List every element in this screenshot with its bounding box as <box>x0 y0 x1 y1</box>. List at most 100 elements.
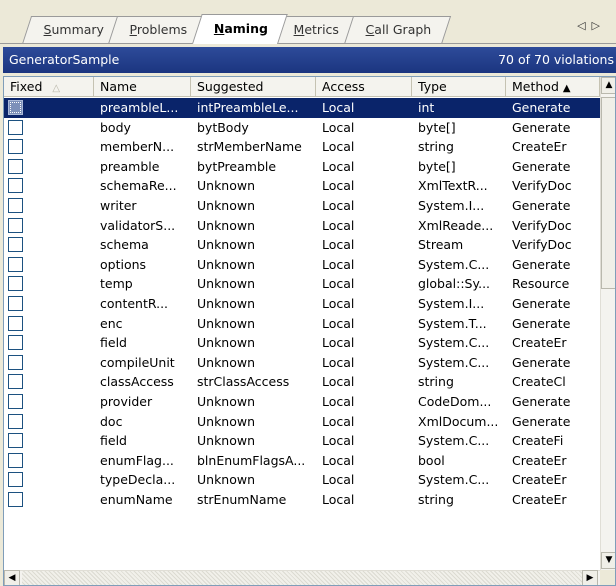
table-row[interactable]: preamble bytPreamble Local byte[] Generate <box>4 157 600 177</box>
table-row[interactable]: writer Unknown Local System.I... Generate <box>4 196 600 216</box>
cell-method: VerifyDoc <box>512 217 572 233</box>
cell-access: Local <box>322 100 355 115</box>
cell-method: VerifyDoc <box>512 237 572 253</box>
column-header-label: Method <box>512 79 559 94</box>
table-row[interactable]: classAccess strClassAccess Local string Crea… <box>4 372 600 392</box>
cell-access: Local <box>322 217 355 233</box>
fixed-checkbox[interactable] <box>8 452 23 468</box>
cell-name: options <box>100 256 147 272</box>
fixed-checkbox[interactable] <box>8 413 23 429</box>
table-row[interactable]: field Unknown Local System.C... CreateEr <box>4 333 600 353</box>
table-row[interactable]: preambleL... intPreambleLe... Local int Gene… <box>4 98 600 118</box>
fixed-checkbox[interactable] <box>8 433 23 449</box>
column-header-type[interactable]: Type <box>412 77 506 97</box>
cell-type: string <box>418 491 454 507</box>
cell-type: System.C... <box>418 354 490 370</box>
fixed-checkbox[interactable] <box>8 158 23 174</box>
horizontal-scrollbar[interactable]: ◀ ▶ <box>4 570 600 585</box>
column-header-fixed[interactable]: Fixed △ <box>4 77 94 97</box>
cell-suggested: Unknown <box>197 197 256 213</box>
cell-suggested: Unknown <box>197 335 256 351</box>
table-row[interactable]: schema Unknown Local Stream VerifyDoc <box>4 235 600 255</box>
cell-method: Resource <box>512 276 570 292</box>
cell-access: Local <box>322 295 355 311</box>
violations-grid: Fixed △ Name Suggested Access Type Method ▲ pre… <box>3 76 616 586</box>
tab-call-graph[interactable]: Call Graph <box>343 16 451 44</box>
fixed-checkbox[interactable] <box>8 491 23 507</box>
cell-suggested: Unknown <box>197 433 256 449</box>
scroll-left-icon[interactable]: ◀ <box>4 570 20 585</box>
scroll-down-icon[interactable]: ▼ <box>601 552 615 569</box>
table-row[interactable]: memberN... strMemberName Local string Create… <box>4 137 600 157</box>
vertical-scroll-thumb[interactable] <box>601 97 615 289</box>
column-header-access[interactable]: Access <box>316 77 412 97</box>
cell-name: classAccess <box>100 374 174 390</box>
table-row[interactable]: body bytBody Local byte[] Generate <box>4 118 600 138</box>
fixed-checkbox[interactable] <box>8 217 23 233</box>
cell-name: writer <box>100 197 137 213</box>
fixed-checkbox[interactable] <box>8 276 23 292</box>
cell-suggested: Unknown <box>197 217 256 233</box>
cell-method: CreateEr <box>512 139 567 155</box>
scroll-right-icon[interactable]: ▶ <box>582 570 598 585</box>
fixed-checkbox[interactable] <box>8 335 23 351</box>
table-row[interactable]: temp Unknown Local global::Sy... Resource <box>4 274 600 294</box>
cell-type: System.T... <box>418 315 487 331</box>
table-row[interactable]: options Unknown Local System.C... Generate <box>4 255 600 275</box>
table-row[interactable]: doc Unknown Local XmlDocum... Generate <box>4 412 600 432</box>
tab-naming[interactable]: Naming <box>192 14 288 44</box>
cell-access: Local <box>322 178 355 194</box>
cell-type: System.C... <box>418 433 490 449</box>
column-header-name[interactable]: Name <box>94 77 191 97</box>
cell-suggested: Unknown <box>197 276 256 292</box>
table-row[interactable]: enc Unknown Local System.T... Generate <box>4 314 600 334</box>
horizontal-scroll-track[interactable] <box>22 571 582 585</box>
table-row[interactable]: typeDecla... Unknown Local System.C... Creat… <box>4 470 600 490</box>
tab-prev-icon[interactable]: ◁ <box>577 19 591 32</box>
table-row[interactable]: compileUnit Unknown Local System.C... Genera… <box>4 353 600 373</box>
cell-access: Local <box>322 413 355 429</box>
column-header-method[interactable]: Method ▲ <box>506 77 600 97</box>
fixed-checkbox[interactable] <box>8 178 23 194</box>
table-row[interactable]: enumFlag... blnEnumFlagsA... Local bool Crea… <box>4 451 600 471</box>
column-header-label: Type <box>418 79 447 94</box>
cell-access: Local <box>322 139 355 155</box>
table-row[interactable]: field Unknown Local System.C... CreateFi <box>4 431 600 451</box>
fixed-checkbox[interactable] <box>8 139 23 155</box>
cell-type: System.C... <box>418 472 490 488</box>
fixed-checkbox[interactable] <box>8 256 23 272</box>
column-header-suggested[interactable]: Suggested <box>191 77 316 97</box>
cell-type: byte[] <box>418 158 456 174</box>
fixed-checkbox[interactable] <box>8 374 23 390</box>
fixed-checkbox[interactable] <box>8 315 23 331</box>
fixed-checkbox[interactable] <box>8 295 23 311</box>
cell-method: Generate <box>512 354 571 370</box>
vertical-scrollbar[interactable]: ▲ ▼ <box>600 77 615 570</box>
fixed-checkbox[interactable] <box>8 100 23 115</box>
cell-name: doc <box>100 413 123 429</box>
cell-suggested: Unknown <box>197 295 256 311</box>
fixed-checkbox[interactable] <box>8 237 23 253</box>
fixed-checkbox[interactable] <box>8 472 23 488</box>
fixed-checkbox[interactable] <box>8 393 23 409</box>
table-row[interactable]: contentR... Unknown Local System.I... Genera… <box>4 294 600 314</box>
table-row[interactable]: validatorS... Unknown Local XmlReade... Veri… <box>4 216 600 236</box>
cell-access: Local <box>322 452 355 468</box>
cell-method: CreateEr <box>512 335 567 351</box>
table-row[interactable]: enumName strEnumName Local string CreateEr <box>4 490 600 510</box>
cell-access: Local <box>322 491 355 507</box>
cell-suggested: Unknown <box>197 472 256 488</box>
cell-access: Local <box>322 374 355 390</box>
table-row[interactable]: schemaRe... Unknown Local XmlTextR... Verify… <box>4 176 600 196</box>
fixed-checkbox[interactable] <box>8 197 23 213</box>
cell-type: int <box>418 100 435 115</box>
cell-type: string <box>418 374 454 390</box>
tab-label: Problems <box>129 22 188 37</box>
fixed-checkbox[interactable] <box>8 354 23 370</box>
sort-ascending-icon: △ <box>52 83 61 94</box>
fixed-checkbox[interactable] <box>8 119 23 135</box>
project-name: GeneratorSample <box>9 52 120 67</box>
tab-next-icon[interactable]: ▷ <box>592 19 606 32</box>
table-row[interactable]: provider Unknown Local CodeDom... Generate <box>4 392 600 412</box>
scroll-up-icon[interactable]: ▲ <box>601 77 615 94</box>
